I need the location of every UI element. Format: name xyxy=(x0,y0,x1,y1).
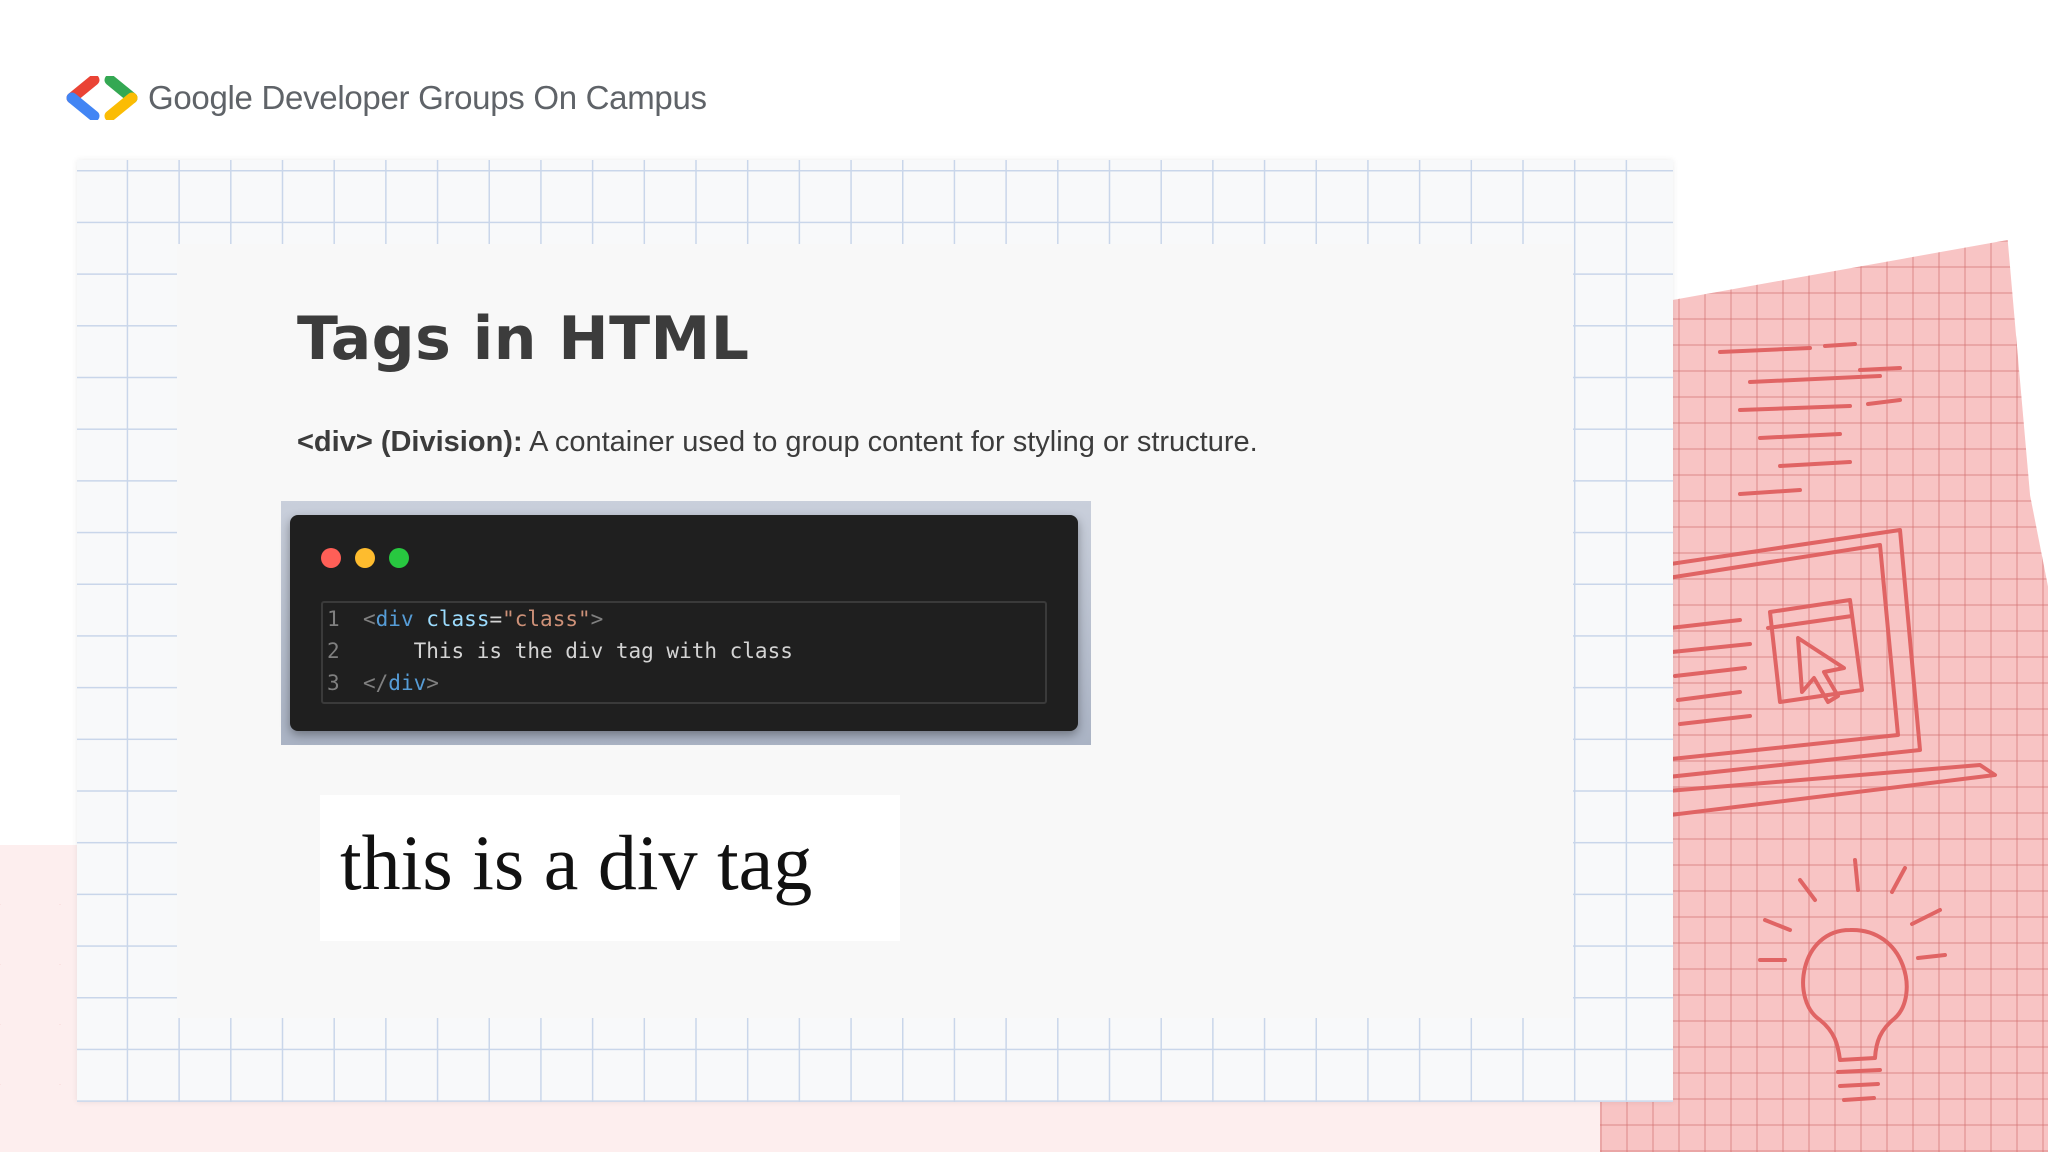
maximize-dot-icon xyxy=(389,548,409,568)
slide-description: <div> (Division): A container used to gr… xyxy=(297,426,1258,459)
close-dot-icon xyxy=(321,548,341,568)
term-definition: A container used to group content for st… xyxy=(522,426,1258,458)
code-token: class xyxy=(426,607,490,631)
code-token: < xyxy=(363,607,376,631)
code-window: 1 <div class="class"> 2 This is the div t… xyxy=(290,515,1078,731)
code-line: 1 <div class="class"> xyxy=(323,603,603,635)
code-token: > xyxy=(590,607,604,631)
brand-header: Google Developer Groups On Campus xyxy=(66,72,707,124)
slide-content-area: Tags in HTML <div> (Division): A contain… xyxy=(177,244,1573,1018)
code-token: div xyxy=(388,671,427,695)
code-token: </ xyxy=(363,671,389,695)
line-number: 2 xyxy=(327,639,340,663)
code-token: = xyxy=(489,607,503,631)
line-number: 1 xyxy=(327,607,340,631)
code-line: 3 </div> xyxy=(323,667,439,699)
term-label: <div> (Division): xyxy=(297,426,523,458)
rendered-output-preview: this is a div tag xyxy=(320,795,900,941)
code-snippet-frame: 1 <div class="class"> 2 This is the div t… xyxy=(281,501,1091,745)
slide-title: Tags in HTML xyxy=(297,304,750,374)
code-editor: 1 <div class="class"> 2 This is the div t… xyxy=(321,601,1047,704)
slide-card: Tags in HTML <div> (Division): A contain… xyxy=(77,160,1673,1102)
code-token: This is the div tag with class xyxy=(363,639,793,663)
minimize-dot-icon xyxy=(355,548,375,568)
rendered-output-text: this is a div tag xyxy=(340,819,813,906)
gdg-brackets-logo-icon xyxy=(66,76,138,120)
code-line: 2 This is the div tag with class xyxy=(323,635,793,667)
code-token: > xyxy=(426,671,439,695)
code-token: div xyxy=(375,607,414,631)
brand-name: Google Developer Groups On Campus xyxy=(148,79,707,116)
code-token: "class" xyxy=(502,607,591,631)
line-number: 3 xyxy=(327,671,340,695)
